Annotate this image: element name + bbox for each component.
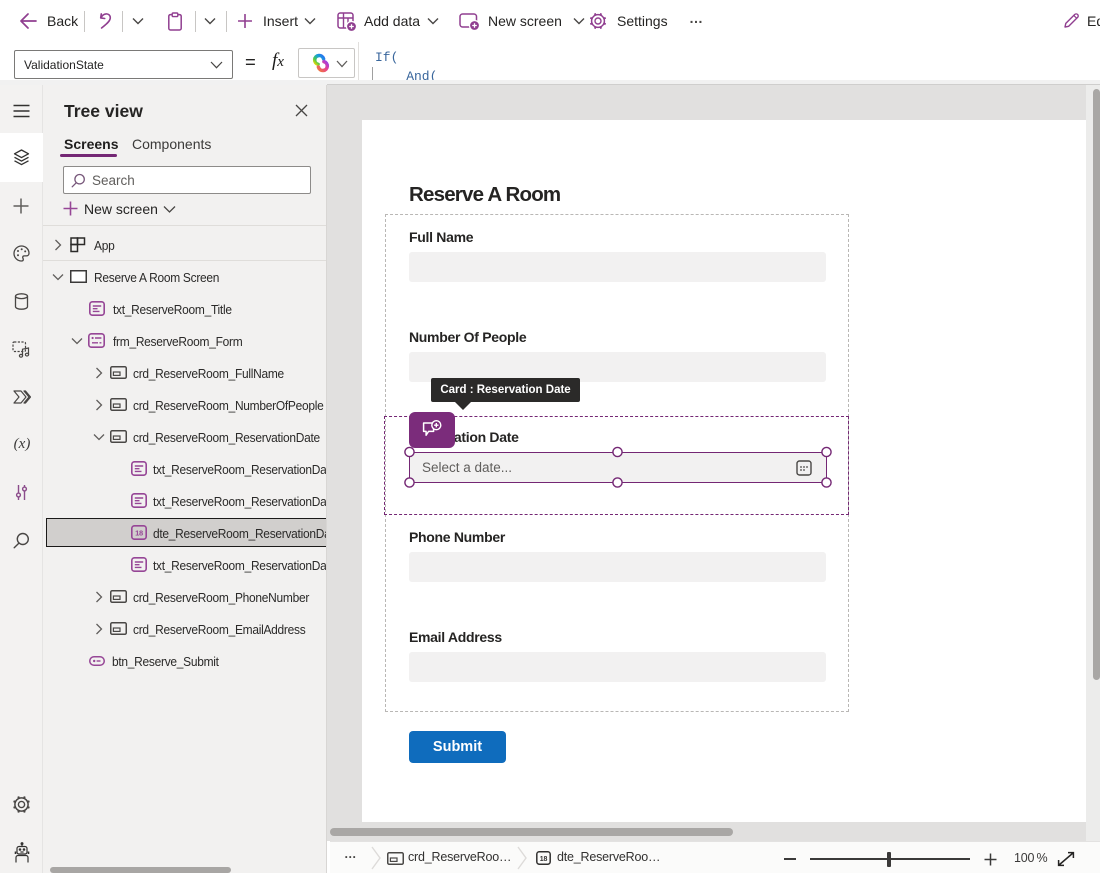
svg-text:18: 18 <box>135 529 143 538</box>
svg-text:18: 18 <box>540 856 548 863</box>
